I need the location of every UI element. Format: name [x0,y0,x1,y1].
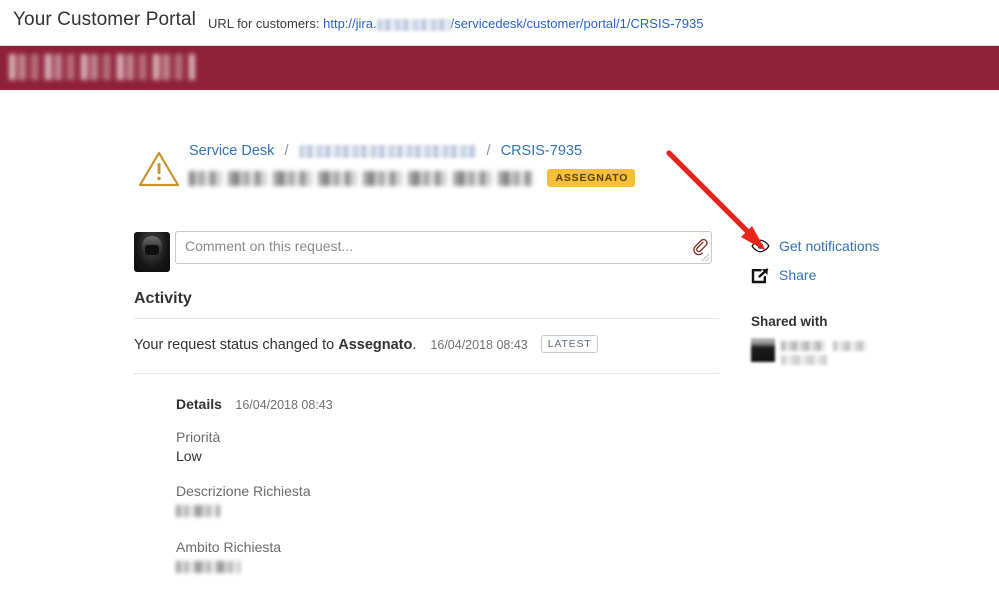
latest-badge: LATEST [540,335,599,354]
activity-entry-status: Assegnato [338,337,413,353]
activity-divider-bottom [134,373,719,375]
detail-field: Ambito Richiesta [176,538,596,578]
detail-field: Descrizione Richiesta [176,482,596,522]
eye-icon [751,239,770,256]
shared-with-title: Shared with [751,314,828,329]
share-label: Share [779,267,817,283]
request-sidebar: Get notifications Share [751,238,991,296]
share-icon [751,268,770,285]
share-action[interactable]: Share [751,267,991,296]
activity-timestamp: 16/04/2018 08:43 [430,338,528,352]
details-field-list: Priorità Low Descrizione Richiesta Ambito R… [176,428,596,578]
textarea-resize-handle[interactable] [700,252,710,262]
activity-entry-prefix: Your request status changed to [134,337,339,353]
company-logo-redacted [9,54,195,80]
url-suffix: /servicedesk/customer/portal/1/CRSIS-793… [450,16,704,31]
page-title: Your Customer Portal [13,9,196,30]
request-summary-redaction [189,170,533,186]
detail-field-label: Ambito Richiesta [176,539,282,555]
detail-field-value: Low [176,448,202,464]
customer-url-line: URL for customers: http://jira. /serviced… [208,16,703,31]
activity-entry-suffix: . [412,337,417,353]
shared-with-person [751,338,867,368]
request-summary-row: ASSEGNATO [189,169,636,191]
status-badge: ASSEGNATO [547,169,636,187]
breadcrumb-separator-2: / [486,143,491,159]
detail-field-label: Priorità [176,429,221,445]
breadcrumb-issue-key-link[interactable]: CRSIS-7935 [501,143,582,159]
comment-row [134,231,724,275]
activity-section: Activity Your request status changed to … [134,290,719,375]
detail-field: Priorità Low [176,428,596,466]
details-label: Details [176,396,222,412]
activity-entry: Your request status changed to Assegnato… [134,335,719,354]
breadcrumb-separator-1: / [284,143,289,159]
breadcrumb: Service Desk / / CRSIS-7935 [189,143,582,159]
customer-portal-url-link[interactable]: http://jira. /servicedesk/customer/portal… [323,16,703,31]
shared-with-avatar [751,338,775,362]
breadcrumb-project-redaction[interactable] [298,144,477,158]
activity-divider-top [134,318,719,319]
breadcrumb-service-desk-link[interactable]: Service Desk [189,143,274,159]
url-prefix: http://jira. [323,16,377,31]
get-notifications-action[interactable]: Get notifications [751,238,991,267]
page-header: Your Customer Portal URL for customers: … [0,0,999,46]
url-host-redaction [376,18,451,31]
url-label: URL for customers: [208,16,320,31]
activity-title: Activity [134,290,192,307]
shared-with-name-redaction-3 [781,355,827,365]
shared-with-name-redaction-1 [781,341,825,351]
detail-field-value-redaction [176,561,240,573]
warning-triangle-icon [138,151,180,187]
get-notifications-label: Get notifications [779,238,880,254]
details-block: Details 16/04/2018 08:43 Priorità Low Desc… [176,396,596,594]
detail-field-value-redaction [176,505,220,517]
shared-with-name-redaction-2 [833,341,867,351]
avatar [134,232,170,272]
brand-banner [0,46,999,90]
comment-input[interactable] [175,231,712,264]
details-header: Details 16/04/2018 08:43 [176,396,596,414]
details-timestamp: 16/04/2018 08:43 [235,398,333,412]
detail-field-label: Descrizione Richiesta [176,483,311,499]
